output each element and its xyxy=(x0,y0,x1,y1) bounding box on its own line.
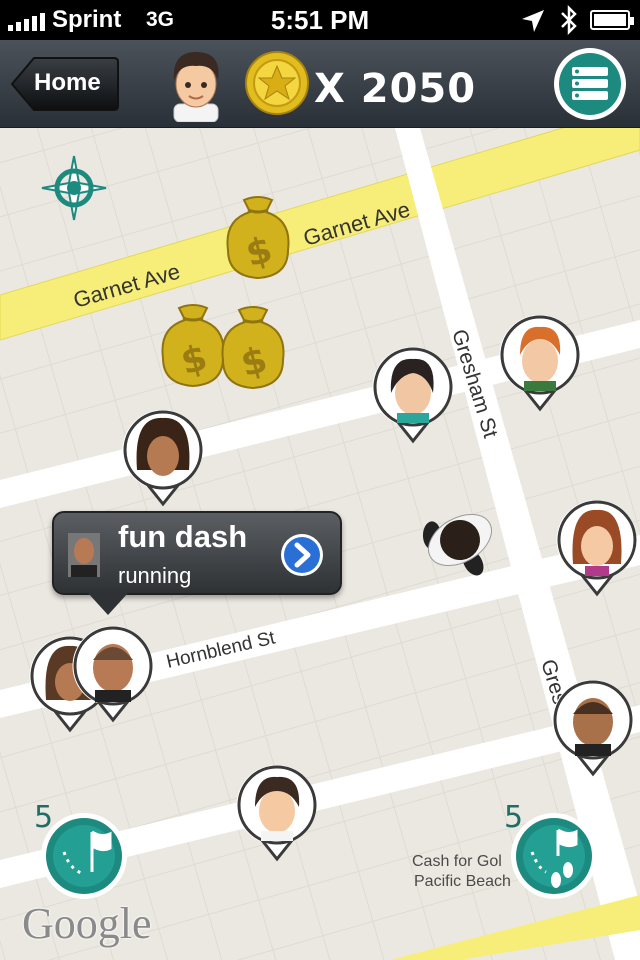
callout-title: fun dash xyxy=(118,519,248,554)
app-header: Home X 2050 xyxy=(0,40,640,128)
bluetooth-icon xyxy=(561,5,577,35)
status-bar: Sprint 3G 5:51 PM xyxy=(0,0,640,40)
player-callout[interactable]: fun dash running xyxy=(52,511,342,615)
location-arrow-icon xyxy=(522,10,544,32)
google-attribution: Google xyxy=(22,899,152,948)
player-avatar xyxy=(173,52,219,122)
home-button-label: Home xyxy=(34,69,101,96)
place-label-line-2: Pacific Beach xyxy=(414,873,511,890)
coin-count: X 2050 xyxy=(314,66,477,112)
chevron-right-detail-icon[interactable] xyxy=(280,533,324,577)
footsteps-flag-button[interactable] xyxy=(510,812,598,900)
callout-subtitle: running xyxy=(118,563,192,588)
callout-avatar xyxy=(68,533,100,577)
route-flag-button[interactable] xyxy=(40,812,128,900)
menu-list-button[interactable] xyxy=(552,46,628,122)
place-label-line-1: Cash for Gol xyxy=(412,853,502,870)
coin-icon xyxy=(245,51,309,115)
home-button[interactable]: Home xyxy=(10,56,120,112)
battery-icon xyxy=(590,10,634,30)
